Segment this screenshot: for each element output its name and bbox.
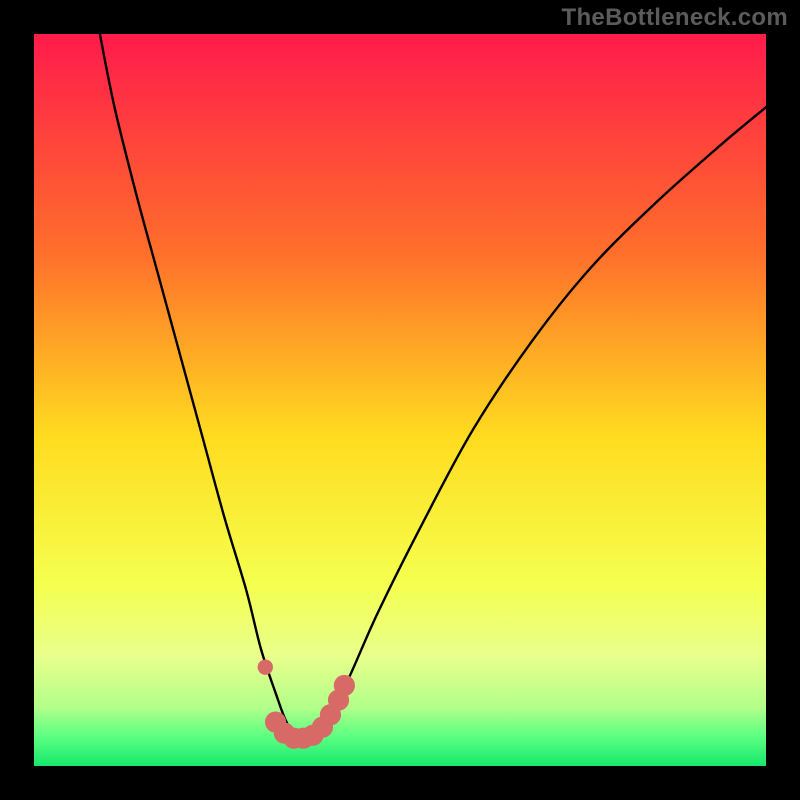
bottleneck-chart bbox=[0, 0, 800, 800]
plot-background bbox=[34, 34, 766, 766]
marker-dot bbox=[258, 659, 273, 674]
watermark-text: TheBottleneck.com bbox=[562, 4, 788, 32]
chart-frame: TheBottleneck.com bbox=[0, 0, 800, 800]
marker-dot bbox=[334, 675, 355, 696]
